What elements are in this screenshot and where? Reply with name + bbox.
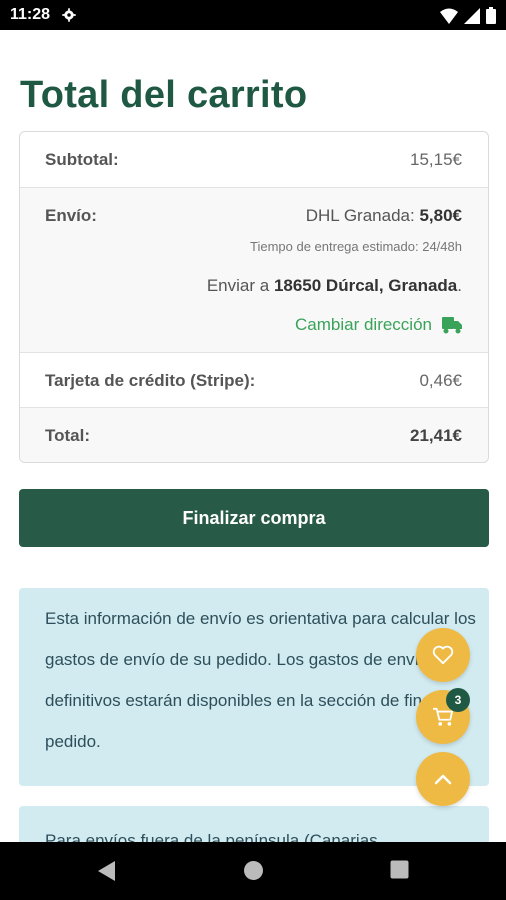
shipping-info-notice: Esta información de envío es orientativa… bbox=[19, 588, 489, 786]
total-value: 21,41€ bbox=[410, 426, 462, 445]
total-label: Total: bbox=[45, 426, 91, 445]
payment-fee-row: Tarjeta de crédito (Stripe): 0,46€ bbox=[20, 352, 488, 408]
heart-icon bbox=[432, 645, 454, 665]
ship-to-address: 18650 Dúrcal, Granada bbox=[273, 276, 458, 295]
home-icon[interactable] bbox=[243, 860, 264, 881]
payment-fee-value: 0,46€ bbox=[419, 371, 462, 390]
subtotal-row: Subtotal: 15,15€ bbox=[20, 132, 488, 187]
page-content: Total del carrito Subtotal: 15,15€ Envío… bbox=[0, 30, 506, 842]
payment-fee-label: Tarjeta de crédito (Stripe): bbox=[45, 371, 256, 390]
chevron-up-icon bbox=[434, 774, 452, 785]
page-title: Total del carrito bbox=[20, 74, 308, 116]
delivery-estimate: Tiempo de entrega estimado: 24/48h bbox=[250, 239, 462, 254]
ship-to-suffix: . bbox=[457, 276, 462, 295]
shipping-info-text: Esta información de envío es orientativa… bbox=[45, 609, 476, 751]
back-icon[interactable] bbox=[97, 860, 117, 882]
ship-to-prefix: Enviar a bbox=[206, 276, 270, 295]
cart-count-badge: 3 bbox=[446, 688, 470, 712]
shipping-info-text-2: Para envíos fuera de la península (Canar… bbox=[45, 831, 378, 842]
subtotal-value: 15,15€ bbox=[410, 150, 462, 169]
shipping-method[interactable]: DHL Granada: 5,80€ bbox=[306, 206, 462, 226]
status-time: 11:28 bbox=[10, 6, 51, 23]
status-bar: 11:28 bbox=[0, 0, 506, 30]
navigation-bar bbox=[0, 842, 506, 900]
recents-icon[interactable] bbox=[390, 860, 409, 879]
wifi-icon bbox=[440, 8, 458, 24]
scroll-to-top-button[interactable] bbox=[416, 752, 470, 806]
change-address-link[interactable]: Cambiar dirección bbox=[295, 315, 462, 335]
carrier-name: DHL Granada: bbox=[305, 206, 415, 225]
status-icons bbox=[440, 7, 496, 24]
cart-totals-table: Subtotal: 15,15€ Envío: DHL Granada: 5,8… bbox=[19, 131, 489, 463]
total-row: Total: 21,41€ bbox=[20, 407, 488, 462]
signal-icon bbox=[464, 7, 480, 24]
shipping-row: Envío: DHL Granada: 5,80€ Tiempo de entr… bbox=[20, 187, 488, 352]
carrier-price: 5,80€ bbox=[419, 206, 462, 225]
subtotal-label: Subtotal: bbox=[45, 150, 119, 169]
change-address-label: Cambiar dirección bbox=[295, 315, 432, 334]
truck-icon bbox=[442, 317, 462, 334]
shipping-info-notice-2: Para envíos fuera de la península (Canar… bbox=[19, 806, 489, 842]
wishlist-button[interactable] bbox=[416, 628, 470, 682]
battery-icon bbox=[486, 7, 496, 24]
shipping-label: Envío: bbox=[45, 206, 97, 225]
checkout-button[interactable]: Finalizar compra bbox=[19, 489, 489, 547]
settings-icon bbox=[62, 8, 76, 22]
ship-to-destination: Enviar a 18650 Dúrcal, Granada. bbox=[207, 276, 462, 296]
